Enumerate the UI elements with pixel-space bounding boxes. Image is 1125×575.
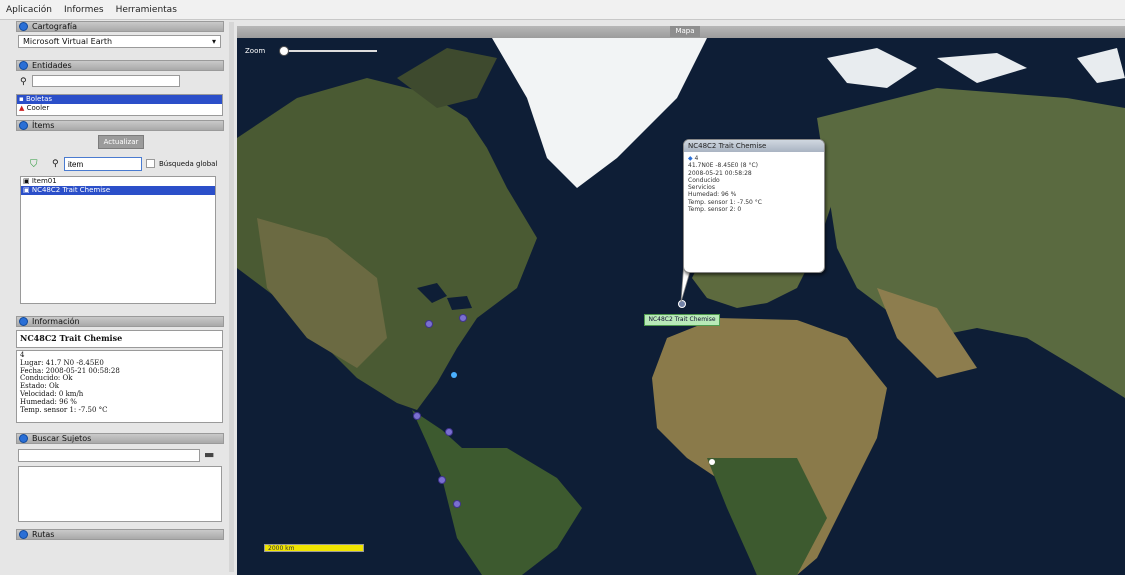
folder-open-icon[interactable]: ▬ <box>204 448 214 461</box>
popup-line: 2008-05-21 00:58:28 <box>688 169 752 177</box>
map-marker[interactable] <box>445 428 453 436</box>
map-header: Mapa <box>237 26 1125 38</box>
map-view[interactable]: Zoom NC48C2 Trait Chemise <box>237 38 1125 575</box>
truck-icon: ▣ <box>23 186 30 194</box>
popup-line: Servicios <box>688 184 715 192</box>
pin-icon: ◆ <box>688 155 693 162</box>
info-line: Temp. sensor 1: -7.50 °C <box>20 405 108 414</box>
left-panel: Cartografía Microsoft Virtual Earth ▾ En… <box>16 21 224 571</box>
popup-line: Temp. sensor 1: -7.50 °C <box>688 198 762 206</box>
search-subjects-input[interactable] <box>18 449 200 462</box>
information-title: NC48C2 Trait Chemise <box>16 330 223 348</box>
items-header[interactable]: Ítems <box>16 120 224 131</box>
collapse-icon <box>19 530 28 539</box>
entities-list: ▪ Boletas ▲ Cooler <box>16 94 223 116</box>
search-icon: ⚲ <box>20 77 27 87</box>
list-item[interactable]: ▣ Item01 <box>21 177 215 186</box>
info-popup: NC48C2 Trait Chemise ◆ 4 41.7N0E -8.45E0… <box>683 139 825 273</box>
popup-line: Humedad: 96 % <box>688 191 737 199</box>
information-header[interactable]: Información <box>16 316 224 327</box>
map-title: Mapa <box>670 26 700 37</box>
map-marker[interactable] <box>413 412 421 420</box>
popup-line: Temp. sensor 2: 0 <box>688 206 742 214</box>
list-item[interactable]: ▪ Boletas <box>17 95 222 104</box>
search-subjects-results <box>18 466 222 522</box>
list-item[interactable]: ▣ NC48C2 Trait Chemise <box>21 186 215 195</box>
folder-icon: ▪ <box>19 95 24 103</box>
items-list: ▣ Item01 ▣ NC48C2 Trait Chemise <box>20 176 216 304</box>
map-marker[interactable] <box>425 320 433 328</box>
vehicle-label[interactable]: NC48C2 Trait Chemise <box>644 314 720 326</box>
map-marker[interactable] <box>459 314 467 322</box>
zoom-slider[interactable] <box>282 50 377 52</box>
search-subjects-header[interactable]: Buscar Sujetos <box>16 433 224 444</box>
popup-line: ◆ 4 <box>688 155 699 162</box>
search-icon: ⚲ <box>52 159 59 169</box>
zoom-label: Zoom <box>245 47 266 55</box>
map-marker[interactable] <box>451 372 457 378</box>
popup-line: 41.7N0E -8.45E0 (8 °C) <box>688 162 758 170</box>
information-details: 4 Lugar: 41.7 N0 -8.45E0 Fecha: 2008-05-… <box>16 350 223 423</box>
zoom-slider-handle[interactable] <box>279 46 289 56</box>
refresh-button[interactable]: Actualizar <box>98 135 144 149</box>
items-search-input[interactable] <box>64 157 142 171</box>
splitter[interactable] <box>229 22 234 572</box>
collapse-icon <box>19 317 28 326</box>
menu-bar: Aplicación Informes Herramientas <box>0 0 1125 20</box>
menu-informes[interactable]: Informes <box>58 5 110 15</box>
collapse-icon <box>19 434 28 443</box>
cartography-header[interactable]: Cartografía <box>16 21 224 32</box>
filter-icon[interactable]: ⛉ <box>30 159 38 170</box>
list-item[interactable]: ▲ Cooler <box>17 104 222 113</box>
menu-aplicacion[interactable]: Aplicación <box>0 5 58 15</box>
collapse-icon <box>19 61 28 70</box>
chevron-down-icon: ▾ <box>211 37 216 46</box>
collapse-icon <box>19 22 28 31</box>
global-search-label: Búsqueda global <box>159 160 218 168</box>
warning-icon: ▲ <box>19 104 25 112</box>
scale-bar: 2000 km <box>264 544 364 552</box>
popup-header: NC48C2 Trait Chemise <box>684 140 824 152</box>
map-marker[interactable] <box>453 500 461 508</box>
entities-search-input[interactable] <box>32 75 180 87</box>
collapse-icon <box>19 121 28 130</box>
menu-herramientas[interactable]: Herramientas <box>110 5 183 15</box>
layer-select[interactable]: Microsoft Virtual Earth ▾ <box>18 35 221 48</box>
global-search-checkbox[interactable] <box>146 159 155 168</box>
entities-header[interactable]: Entidades <box>16 60 224 71</box>
map-marker[interactable] <box>709 459 715 465</box>
truck-icon: ▣ <box>23 177 30 185</box>
map-marker[interactable] <box>438 476 446 484</box>
popup-line: Conducido <box>688 176 720 184</box>
routes-header[interactable]: Rutas <box>16 529 224 540</box>
